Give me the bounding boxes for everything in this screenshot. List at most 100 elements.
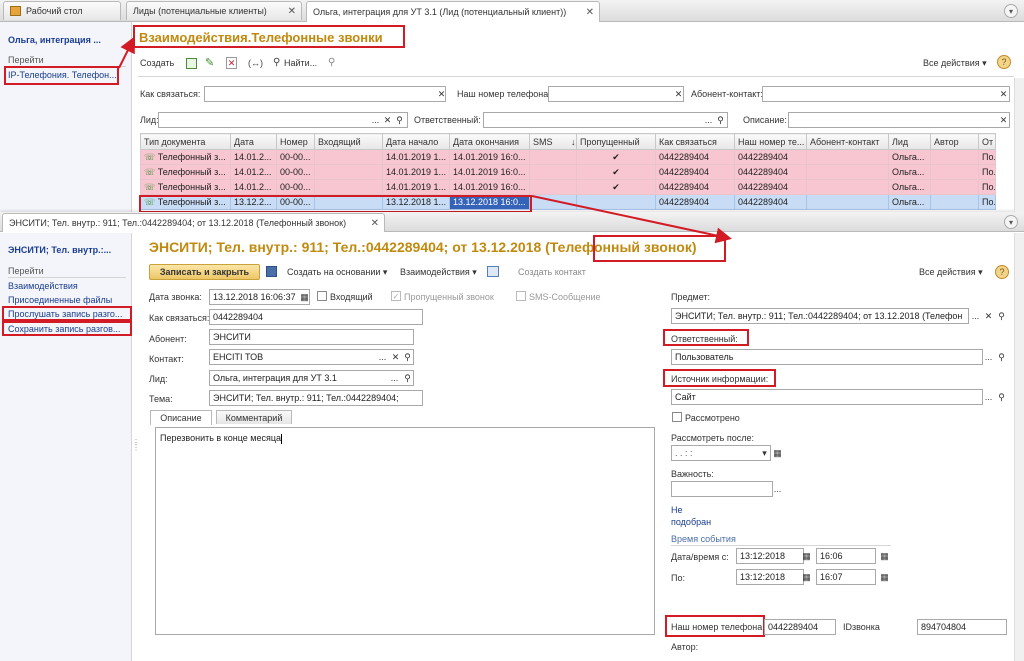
column-header[interactable]: Номер xyxy=(276,133,315,150)
tabs-menu-icon[interactable]: ▾ xyxy=(1004,4,1018,18)
column-header[interactable]: От xyxy=(978,133,996,150)
select-icon[interactable]: ... xyxy=(772,482,783,496)
to-date-input[interactable]: 13:12:2018 xyxy=(736,569,804,585)
clear-icon[interactable]: ✕ xyxy=(998,113,1009,127)
select-icon[interactable]: ... xyxy=(983,350,994,364)
responsible-input[interactable]: Пользователь xyxy=(671,349,983,365)
source-input[interactable]: Сайт xyxy=(671,389,983,405)
filter-responsible-input[interactable] xyxy=(483,112,728,128)
doc-all-actions[interactable]: Все действия ▾ xyxy=(919,267,983,278)
select-icon[interactable]: ... xyxy=(370,113,381,127)
review-after-input[interactable]: . . : : xyxy=(671,445,771,461)
search-icon[interactable]: ⚲ xyxy=(273,57,280,68)
close-icon[interactable]: ✕ xyxy=(288,6,296,17)
clear-icon[interactable]: ✕ xyxy=(983,309,994,323)
incoming-checkbox[interactable] xyxy=(317,291,327,301)
not-selected-link[interactable]: Не подобран xyxy=(671,504,711,528)
save-close-button[interactable]: Записать и закрыть xyxy=(149,264,260,280)
help-icon[interactable]: ? xyxy=(997,55,1011,69)
search-icon[interactable]: ⚲ xyxy=(996,309,1007,323)
reviewed-checkbox[interactable] xyxy=(672,412,682,422)
tab-comment[interactable]: Комментарий xyxy=(216,410,292,424)
table-row[interactable]: ☏ Телефонный з... 14.01.2... 00-00... 14… xyxy=(140,149,996,165)
call-id-input[interactable]: 894704804 xyxy=(917,619,1007,635)
sidebar-item-interactions[interactable]: Взаимодействия xyxy=(8,281,78,291)
clock-icon[interactable]: ▦ xyxy=(879,549,890,563)
calendar-icon[interactable]: ▦ xyxy=(801,570,812,584)
column-header[interactable]: Тип документа xyxy=(140,133,231,150)
save-icon[interactable] xyxy=(266,266,277,277)
edit-icon[interactable]: ✎ xyxy=(205,56,214,69)
missed-checkbox[interactable]: ✓ xyxy=(391,291,401,301)
splitter-handle[interactable]: ⋮ ⋮ xyxy=(132,439,140,452)
search-icon[interactable]: ⚲ xyxy=(715,113,726,127)
create-based-button[interactable]: Создать на основании ▾ xyxy=(287,267,387,278)
table-row[interactable]: ☏ Телефонный з... 14.01.2... 00-00... 14… xyxy=(140,179,996,195)
column-header[interactable]: Наш номер те... xyxy=(734,133,807,150)
select-icon[interactable]: ... xyxy=(377,350,388,364)
lead-input[interactable]: Ольга, интеграция для УТ 3.1 xyxy=(209,370,414,386)
filter-description-input[interactable] xyxy=(788,112,1010,128)
clear-icon[interactable]: ✕ xyxy=(390,350,401,364)
search-icon[interactable]: ⚲ xyxy=(996,350,1007,364)
tabs-menu-icon[interactable]: ▾ xyxy=(1004,215,1018,229)
sync-icon[interactable]: (↔) xyxy=(248,58,263,68)
clear-search-icon[interactable]: ⚲ xyxy=(328,57,335,68)
sms-checkbox[interactable] xyxy=(516,291,526,301)
sidebar-item-ip-telephony[interactable]: IP-Телефония. Телефон... xyxy=(8,70,117,80)
help-icon[interactable]: ? xyxy=(995,265,1009,279)
subscriber-input[interactable]: ЭНСИТИ xyxy=(209,329,414,345)
column-header[interactable]: Как связаться xyxy=(655,133,735,150)
calendar-icon[interactable]: ▦ xyxy=(801,549,812,563)
our-phone-input[interactable]: 0442289404 xyxy=(764,619,836,635)
clear-icon[interactable]: ✕ xyxy=(382,113,393,127)
column-header[interactable]: Автор xyxy=(930,133,979,150)
vertical-scrollbar[interactable] xyxy=(1014,233,1024,661)
dropdown-icon[interactable]: ▾ xyxy=(759,446,770,460)
search-icon[interactable]: ⚲ xyxy=(402,371,413,385)
to-time-input[interactable]: 16:07 xyxy=(816,569,876,585)
close-icon[interactable]: ✕ xyxy=(586,7,594,18)
how-input[interactable]: 0442289404 xyxy=(209,309,423,325)
table-row-selected[interactable]: ☏ Телефонный з... 13.12.2... 00-00... 13… xyxy=(140,194,996,210)
column-header[interactable]: Дата xyxy=(230,133,277,150)
search-icon[interactable]: ⚲ xyxy=(402,350,413,364)
bg-sidebar-title[interactable]: Ольга, интеграция ... xyxy=(8,35,101,45)
tab-leads[interactable]: Лиды (потенциальные клиенты) ✕ xyxy=(126,1,302,20)
from-date-input[interactable]: 13:12:2018 xyxy=(736,548,804,564)
tab-phone-call[interactable]: ЭНСИТИ; Тел. внутр.: 911; Тел.:044228940… xyxy=(2,213,385,232)
tab-desktop[interactable]: Рабочий стол xyxy=(3,1,121,20)
delete-icon[interactable]: ✕ xyxy=(226,57,237,69)
column-header[interactable]: Дата начало xyxy=(382,133,450,150)
calendar-icon[interactable]: ▦ xyxy=(772,446,783,460)
sidebar-item-attached-files[interactable]: Присоединенные файлы xyxy=(8,295,112,305)
calendar-icon[interactable]: ▦ xyxy=(299,290,310,304)
filter-subscriber-input[interactable] xyxy=(762,86,1010,102)
tab-description[interactable]: Описание xyxy=(150,410,212,425)
attach-icon[interactable] xyxy=(487,266,499,277)
sidebar-item-listen-record[interactable]: Прослушать запись разго... xyxy=(8,309,122,319)
column-header[interactable]: Дата окончания xyxy=(449,133,530,150)
select-icon[interactable]: ... xyxy=(389,371,400,385)
list-find-button[interactable]: Найти... xyxy=(284,58,317,68)
clear-icon[interactable]: ✕ xyxy=(998,87,1009,101)
search-icon[interactable]: ⚲ xyxy=(394,113,405,127)
subject-input[interactable]: ЭНСИТИ; Тел. внутр.: 911; Тел.:044228940… xyxy=(671,308,969,324)
description-textarea[interactable]: Перезвонить в конце месяца xyxy=(155,427,655,635)
interactions-button[interactable]: Взаимодействия ▾ xyxy=(400,267,477,278)
column-header[interactable]: Входящий xyxy=(314,133,383,150)
list-create-button[interactable]: Создать xyxy=(140,58,174,68)
from-time-input[interactable]: 16:06 xyxy=(816,548,876,564)
list-all-actions[interactable]: Все действия ▾ xyxy=(923,58,987,69)
clock-icon[interactable]: ▦ xyxy=(879,570,890,584)
filter-our-phone-input[interactable] xyxy=(548,86,684,102)
column-header[interactable]: Пропущенный xyxy=(576,133,656,150)
topic-input[interactable]: ЭНСИТИ; Тел. внутр.: 911; Тел.:044228940… xyxy=(209,390,423,406)
filter-how-input[interactable] xyxy=(204,86,446,102)
list-scrollbar[interactable] xyxy=(1014,78,1024,212)
copy-icon[interactable] xyxy=(186,58,197,69)
sidebar-item-save-record[interactable]: Сохранить запись разгов... xyxy=(8,324,120,334)
search-icon[interactable]: ⚲ xyxy=(996,390,1007,404)
clear-icon[interactable]: ✕ xyxy=(436,87,447,101)
call-date-input[interactable]: 13.12.2018 16:06:37 xyxy=(209,289,310,305)
